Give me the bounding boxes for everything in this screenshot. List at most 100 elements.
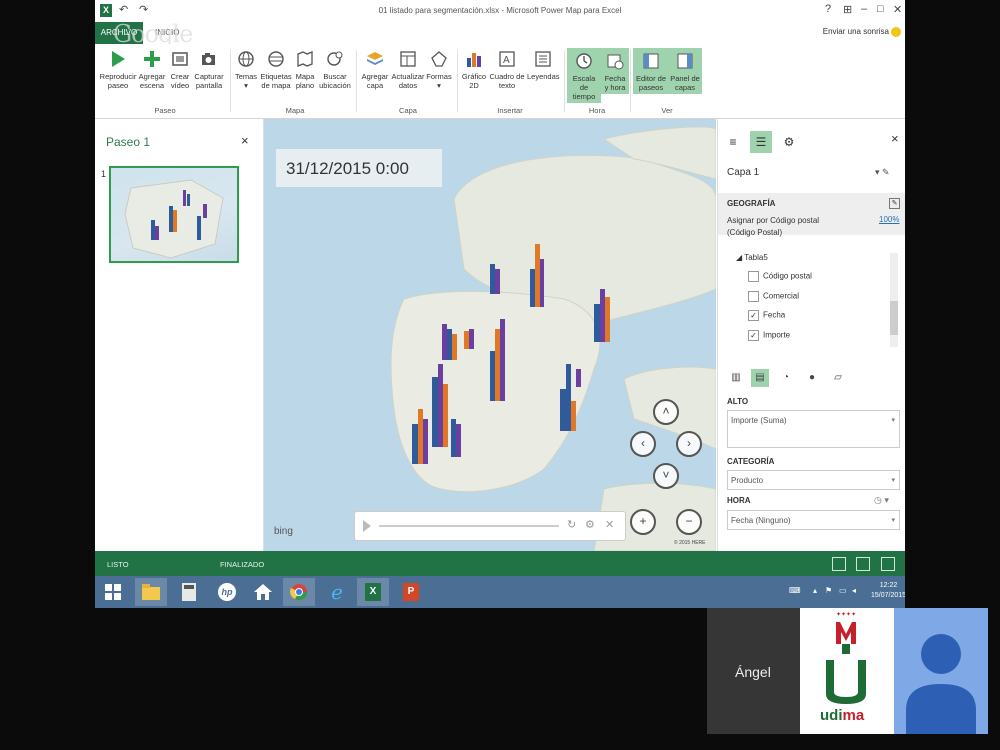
play-tour-button[interactable]: Reproducir paseo: [99, 48, 137, 90]
geography-description: Asignar por Código postal (Código Postal…: [727, 215, 819, 239]
geography-match-percent[interactable]: 100%: [879, 215, 899, 224]
capture-screen-button[interactable]: Capturar pantalla: [193, 48, 225, 90]
field-fecha[interactable]: ✓ Fecha: [748, 310, 785, 321]
layer-options-dropdown[interactable]: ▾ ✎: [875, 167, 890, 178]
clock-settings-icon[interactable]: ◷ ▾: [874, 495, 889, 506]
keyboard-icon[interactable]: ⌨: [789, 586, 801, 595]
send-smile-link[interactable]: Enviar una sonrisa: [823, 27, 901, 37]
field-list-scrollbar[interactable]: [890, 253, 898, 347]
view-icon[interactable]: [856, 557, 870, 571]
play-time-icon[interactable]: [363, 520, 371, 532]
excel-taskbar-icon[interactable]: X: [357, 578, 389, 606]
height-field: Importe (Suma): [731, 416, 787, 425]
add-layer-button[interactable]: Agregar capa: [360, 48, 390, 90]
heat-map-icon[interactable]: ●: [803, 369, 821, 387]
layer-pane-button[interactable]: Panel de capas: [668, 48, 702, 94]
find-location-label: Buscar: [323, 72, 347, 81]
fullscreen-icon[interactable]: [881, 557, 895, 571]
time-well[interactable]: Fecha (Ninguno) ▾: [727, 510, 900, 530]
add-scene-button[interactable]: Agregar escena: [137, 48, 167, 90]
tilt-up-button[interactable]: ˄: [653, 399, 679, 425]
shapes-button[interactable]: Formas ▾: [426, 48, 452, 90]
chevron-down-icon[interactable]: ▾: [891, 476, 895, 484]
flat-map-button[interactable]: Mapa plano: [294, 48, 316, 90]
file-explorer-icon[interactable]: [135, 578, 167, 606]
date-time-button[interactable]: Fecha y hora: [601, 48, 629, 94]
chevron-down-icon[interactable]: ▾: [891, 516, 895, 524]
close-layer-pane-button[interactable]: ×: [891, 131, 899, 146]
udima-wordmark: udima: [820, 707, 864, 724]
default-avatar-tile[interactable]: [894, 608, 988, 734]
field-codigo-postal[interactable]: Código postal: [748, 271, 812, 282]
video-participant-tile[interactable]: Ángel: [707, 608, 800, 734]
height-well[interactable]: Importe (Suma) ▾: [727, 410, 900, 448]
rotate-right-button[interactable]: ›: [676, 431, 702, 457]
layers-list-tab[interactable]: ≡: [722, 131, 744, 153]
calculator-icon[interactable]: [173, 578, 205, 606]
help-button[interactable]: ?: [825, 3, 831, 15]
table-name[interactable]: ◢ Tabla5: [736, 253, 768, 262]
tray-up-icon[interactable]: ▴: [813, 586, 817, 595]
rotate-left-button[interactable]: ‹: [630, 431, 656, 457]
scrollbar-thumb[interactable]: [890, 301, 898, 335]
category-well[interactable]: Producto ▾: [727, 470, 900, 490]
minimize-button[interactable]: –: [861, 3, 867, 15]
field-list-tab[interactable]: ☰: [750, 131, 772, 153]
map-labels-label2: de mapa: [261, 81, 291, 90]
map-labels-button[interactable]: Etiquetas de mapa: [260, 48, 292, 90]
field-importe[interactable]: ✓ Importe: [748, 330, 790, 341]
flat-map-icon: [294, 48, 316, 70]
find-location-button[interactable]: Buscar ubicación: [318, 48, 352, 90]
close-tour-pane-button[interactable]: ×: [241, 133, 249, 148]
zoom-out-button[interactable]: −: [676, 509, 702, 535]
zoom-in-button[interactable]: +: [630, 509, 656, 535]
tray-flag-icon[interactable]: ⚑: [825, 586, 832, 595]
checkbox[interactable]: [748, 291, 759, 302]
checkbox[interactable]: ✓: [748, 310, 759, 321]
maximize-button[interactable]: □: [877, 3, 884, 15]
close-player-icon[interactable]: ✕: [605, 518, 614, 531]
chart-2d-label: Gráfico: [461, 72, 487, 81]
field-comercial[interactable]: Comercial: [748, 291, 799, 302]
chart-2d-button[interactable]: Gráfico 2D: [461, 48, 487, 90]
clustered-column-icon[interactable]: ▤: [751, 369, 769, 387]
windows-start-icon[interactable]: [97, 578, 129, 606]
chrome-icon[interactable]: [283, 578, 315, 606]
internet-explorer-icon[interactable]: e: [321, 578, 353, 606]
layer-options-tab[interactable]: ⚙: [778, 131, 800, 153]
ribbon-display-button[interactable]: ⊞: [843, 3, 852, 16]
smile-icon: [891, 27, 901, 37]
player-settings-icon[interactable]: ⚙: [585, 518, 595, 531]
svg-text:✦✦✦✦: ✦✦✦✦: [836, 611, 856, 618]
tour-editor-button[interactable]: Editor de paseos: [633, 48, 669, 94]
hp-icon[interactable]: hp: [211, 578, 243, 606]
time-line-button[interactable]: Escala de tiempo: [567, 48, 601, 103]
list-icon: ☰: [755, 135, 767, 149]
loop-icon[interactable]: ↻: [567, 518, 576, 531]
edit-icon[interactable]: ✎: [889, 198, 900, 209]
create-video-button[interactable]: Crear vídeo: [168, 48, 192, 90]
close-window-button[interactable]: ✕: [893, 3, 902, 16]
field-label: Código postal: [763, 271, 812, 281]
region-icon[interactable]: ▱: [829, 369, 847, 387]
bubble-chart-icon[interactable]: ◔: [777, 369, 795, 387]
stacked-column-icon[interactable]: ▥: [727, 369, 745, 387]
network-icon[interactable]: ▭: [839, 586, 847, 595]
scene-thumbnail[interactable]: [109, 166, 239, 263]
volume-icon[interactable]: ◂: [852, 586, 856, 595]
checkbox[interactable]: ✓: [748, 330, 759, 341]
home-icon[interactable]: [247, 578, 279, 606]
legends-button[interactable]: Leyendas: [527, 48, 560, 81]
gear-icon: ⚙: [783, 135, 795, 149]
refresh-data-button[interactable]: Actualizar datos: [391, 48, 425, 90]
themes-button[interactable]: Temas ▾: [234, 48, 258, 90]
time-slider[interactable]: [379, 525, 559, 527]
powerpoint-taskbar-icon[interactable]: P: [395, 578, 427, 606]
checkbox[interactable]: [748, 271, 759, 282]
map-canvas[interactable]: 31/12/2015 0:00 ˄ ‹ › ˅ + − ↻ ⚙ ✕ bing ©…: [264, 119, 716, 551]
text-box-button[interactable]: A Cuadro de texto: [489, 48, 525, 90]
system-clock[interactable]: 12:22 15/07/2015: [871, 581, 905, 601]
view-icon[interactable]: [832, 557, 846, 571]
tilt-down-button[interactable]: ˅: [653, 463, 679, 489]
chevron-down-icon[interactable]: ▾: [891, 416, 895, 424]
